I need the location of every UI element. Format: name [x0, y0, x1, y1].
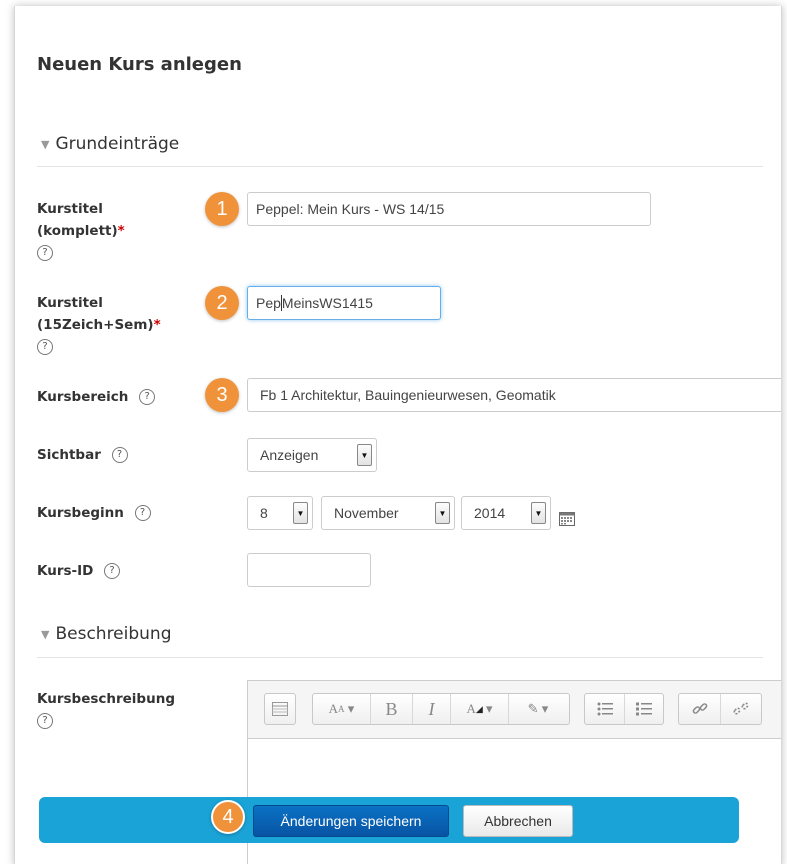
summary-label-text: Kursbeschreibung	[37, 691, 175, 707]
startdate-month-select[interactable]: November ▼	[321, 496, 455, 530]
help-icon[interactable]: ?	[37, 713, 53, 729]
bold-icon[interactable]: B	[371, 694, 413, 724]
cancel-button[interactable]: Abbrechen	[463, 805, 573, 837]
help-icon[interactable]: ?	[37, 339, 53, 355]
visible-label: Sichtbar ?	[37, 444, 128, 466]
section-divider	[37, 166, 763, 167]
startdate-month-value: November	[334, 505, 399, 521]
dropdown-arrow-icon: ▼	[357, 444, 372, 466]
help-icon[interactable]: ?	[134, 505, 151, 521]
shortname-label-line2: (15Zeich+Sem)	[37, 317, 154, 333]
editor-toolbar: AA ▾ B I A ◢ ▾ ✎ ▾	[248, 681, 781, 739]
step-badge-1: 1	[205, 192, 239, 226]
text-style-icon[interactable]: AA ▾	[313, 694, 371, 724]
ordered-list-icon[interactable]	[625, 694, 663, 724]
step-badge-2: 2	[205, 286, 239, 320]
fullname-label-line1: Kurstitel	[37, 201, 103, 217]
section-general-label: Grundeinträge	[55, 134, 180, 154]
collapse-triangle-icon: ▼	[41, 137, 50, 151]
shortname-input[interactable]: Pep MeinsWS1415	[247, 286, 441, 320]
startdate-label: Kursbeginn ?	[37, 502, 151, 524]
category-value: Fb 1 Architektur, Bauingenieurwesen, Geo…	[260, 387, 556, 403]
summary-label: Kursbeschreibung ?	[37, 688, 175, 732]
startdate-year-select[interactable]: 2014 ▼	[461, 496, 551, 530]
idnumber-label-text: Kurs-ID	[37, 563, 94, 579]
idnumber-label: Kurs-ID ?	[37, 560, 121, 582]
page-title: Neuen Kurs anlegen	[37, 54, 242, 75]
toolbar-group-lists	[584, 693, 664, 725]
toolbar-group-toggle	[264, 693, 296, 725]
help-icon[interactable]: ?	[104, 563, 121, 579]
fullname-label: Kurstitel (komplett)* ?	[37, 198, 125, 264]
step-badge-4: 4	[211, 800, 245, 834]
shortname-label-line1: Kurstitel	[37, 295, 103, 311]
startdate-label-text: Kursbeginn	[37, 505, 124, 521]
startdate-year-value: 2014	[474, 505, 506, 521]
shortname-value-end: MeinsWS1415	[281, 295, 373, 311]
step-badge-3: 3	[205, 378, 239, 412]
required-marker: *	[117, 223, 125, 239]
category-select[interactable]: Fb 1 Architektur, Bauingenieurwesen, Geo…	[247, 378, 781, 412]
italic-icon[interactable]: I	[413, 694, 451, 724]
dropdown-arrow-icon: ▼	[293, 502, 308, 524]
toolbar-group-format: AA ▾ B I A ◢ ▾ ✎ ▾	[312, 693, 570, 725]
font-color-icon[interactable]: A ◢ ▾	[451, 694, 509, 724]
startdate-day-value: 8	[260, 505, 268, 521]
calendar-icon[interactable]	[559, 512, 575, 526]
category-label: Kursbereich ?	[37, 386, 156, 408]
section-description-label: Beschreibung	[55, 624, 172, 644]
fullname-label-line2: (komplett)	[37, 223, 118, 239]
startdate-day-select[interactable]: 8 ▼	[247, 496, 313, 530]
help-icon[interactable]: ?	[111, 447, 128, 463]
highlight-icon[interactable]: ✎ ▾	[509, 694, 567, 724]
save-button[interactable]: Änderungen speichern	[253, 805, 449, 837]
fullname-value: Peppel: Mein Kurs - WS 14/15	[256, 201, 445, 217]
dropdown-arrow-icon: ▼	[531, 502, 546, 524]
section-divider	[37, 657, 763, 658]
toolbar-toggle-icon[interactable]	[265, 694, 295, 724]
course-form-panel: Neuen Kurs anlegen ▼ Grundeinträge Kurst…	[14, 6, 782, 864]
section-general-toggle[interactable]: ▼ Grundeinträge	[41, 134, 179, 154]
help-icon[interactable]: ?	[37, 245, 53, 261]
link-icon[interactable]	[679, 694, 721, 724]
toolbar-group-links	[678, 693, 762, 725]
shortname-label: Kurstitel (15Zeich+Sem)* ?	[37, 292, 161, 358]
idnumber-input[interactable]	[247, 553, 371, 587]
section-description-toggle[interactable]: ▼ Beschreibung	[41, 624, 172, 644]
shortname-value-start: Pep	[256, 295, 281, 311]
collapse-triangle-icon: ▼	[41, 627, 50, 641]
unlink-icon[interactable]	[721, 694, 761, 724]
dropdown-arrow-icon: ▼	[435, 502, 450, 524]
help-icon[interactable]: ?	[139, 389, 156, 405]
category-label-text: Kursbereich	[37, 389, 129, 405]
visible-label-text: Sichtbar	[37, 447, 101, 463]
unordered-list-icon[interactable]	[585, 694, 625, 724]
visible-select[interactable]: Anzeigen ▼	[247, 438, 377, 472]
fullname-input[interactable]: Peppel: Mein Kurs - WS 14/15	[247, 192, 651, 226]
required-marker: *	[153, 317, 161, 333]
visible-value: Anzeigen	[260, 447, 319, 463]
